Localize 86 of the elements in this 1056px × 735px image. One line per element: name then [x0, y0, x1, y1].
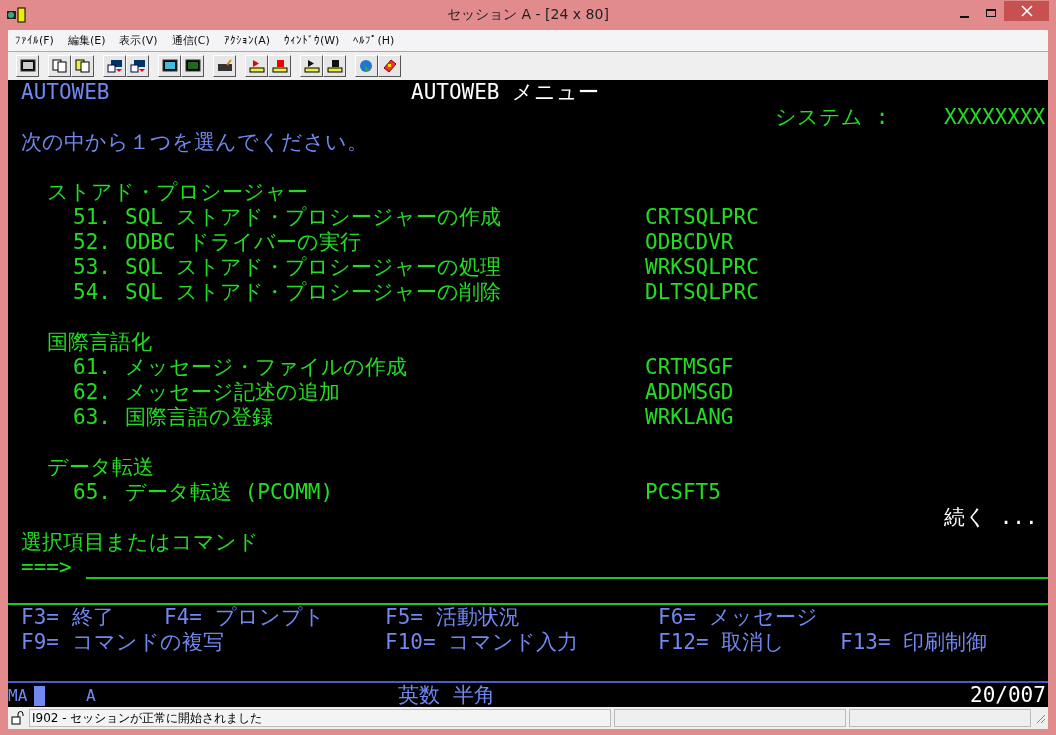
paste-button[interactable] — [71, 55, 94, 77]
stop-icon — [326, 59, 343, 73]
section-heading: データ転送 — [47, 455, 155, 480]
option-number: 51. — [73, 205, 112, 230]
option-label: データ転送 (PCOMM) — [125, 480, 335, 505]
option-label: ODBC ドライバーの実行 — [125, 230, 363, 255]
option-number: 52. — [73, 230, 112, 255]
monitor-button[interactable] — [181, 55, 204, 77]
option-number: 65. — [73, 480, 112, 505]
option-number: 62. — [73, 380, 112, 405]
function-key-label[interactable]: F10= コマンド入力 — [385, 630, 658, 655]
resize-grip-icon — [1034, 712, 1046, 724]
oia-shift: A — [86, 685, 97, 707]
send-file-button[interactable] — [103, 55, 126, 77]
option-number: 53. — [73, 255, 112, 280]
option-label: SQL ストアド・プロシージャーの削除 — [125, 280, 502, 305]
stop-button[interactable] — [268, 55, 291, 77]
menu-item[interactable]: ｳｨﾝﾄﾞｳ(W) — [276, 34, 347, 47]
menu-item[interactable]: ｱｸｼｮﾝ(A) — [216, 34, 277, 47]
function-key-label[interactable]: F5= 活動状況 — [385, 605, 658, 630]
stop-icon — [271, 59, 288, 73]
option-number: 63. — [73, 405, 112, 430]
menu-item[interactable]: ﾍﾙﾌﾟ(H) — [346, 34, 402, 47]
option-label: メッセージ・ファイルの作成 — [125, 355, 408, 380]
oia-mode: MA — [8, 685, 29, 707]
globe-icon — [358, 59, 375, 73]
more-indicator: 続く ... — [944, 505, 1039, 530]
function-key-label[interactable]: F6= メッセージ — [658, 605, 1048, 630]
keyboard-button[interactable] — [213, 55, 236, 77]
monitor-icon — [184, 59, 201, 73]
cursor-block — [34, 685, 45, 706]
paste-icon — [74, 59, 91, 73]
cursor-position: 20/007 — [970, 683, 1047, 708]
menu-item[interactable]: 表示(V) — [112, 33, 165, 48]
receive-file-icon — [129, 59, 146, 73]
command-prompt: ===> — [21, 555, 73, 580]
option-number: 61. — [73, 355, 112, 380]
option-label: SQL ストアド・プロシージャーの作成 — [125, 205, 502, 230]
menu-item[interactable]: 編集(E) — [60, 33, 113, 48]
prompt-label: 選択項目またはコマンド — [21, 530, 260, 555]
function-key-label[interactable]: F4= プロンプト — [164, 605, 385, 630]
copy-button[interactable] — [48, 55, 71, 77]
section-heading: 国際言語化 — [47, 330, 153, 355]
play-icon — [303, 59, 320, 73]
command-name: CRTSQLPRC — [645, 205, 760, 230]
receive-file-button[interactable] — [126, 55, 149, 77]
option-label: メッセージ記述の追加 — [125, 380, 341, 405]
system-label: システム : — [775, 105, 890, 130]
close-icon — [1020, 5, 1033, 17]
monitor-icon — [161, 59, 178, 73]
menu-item[interactable]: ﾌｧｲﾙ(F) — [8, 34, 61, 47]
app-icon — [6, 7, 28, 23]
stop-button[interactable] — [323, 55, 346, 77]
system-name: XXXXXXXX — [944, 105, 1047, 130]
copy-icon — [51, 59, 68, 73]
send-file-icon — [106, 59, 123, 73]
close-button[interactable] — [1004, 1, 1049, 21]
function-key-label[interactable]: F9= コマンドの複写 — [21, 630, 385, 655]
play-button[interactable] — [300, 55, 323, 77]
option-label: 国際言語の登録 — [125, 405, 274, 430]
section-heading: ストアド・プロシージャー — [47, 180, 309, 205]
globe-button[interactable] — [355, 55, 378, 77]
command-name: DLTSQLPRC — [645, 280, 760, 305]
command-name: WRKSQLPRC — [645, 255, 760, 280]
function-key-label[interactable]: F12= 取消し — [658, 630, 840, 655]
menu-item[interactable]: 通信(C) — [164, 33, 217, 48]
function-key-label[interactable]: F3= 終了 — [21, 605, 164, 630]
input-mode: 英数 半角 — [398, 683, 496, 708]
option-label: SQL ストアド・プロシージャーの処理 — [125, 255, 502, 280]
monitor-button[interactable] — [158, 55, 181, 77]
lock-icon — [10, 711, 26, 725]
app-name: AUTOWEB — [21, 80, 111, 105]
display-screen-icon — [19, 59, 36, 73]
command-name: CRTMSGF — [645, 355, 735, 380]
command-name: ADDMSGD — [645, 380, 735, 405]
command-name: PCSFT5 — [645, 480, 722, 505]
screen-title: AUTOWEB メニュー — [411, 80, 601, 105]
display-screen-button[interactable] — [16, 55, 39, 77]
status-message: I902 - セッションが正常に開始されました — [29, 709, 611, 727]
instruction-text: 次の中から１つを選んでください。 — [21, 130, 369, 155]
command-name: WRKLANG — [645, 405, 735, 430]
window-title: セッション A - [24 x 80] — [447, 6, 609, 24]
function-key-label[interactable]: F13= 印刷制御 — [840, 630, 1048, 655]
option-number: 54. — [73, 280, 112, 305]
keyboard-icon — [216, 59, 233, 73]
command-name: ODBCDVR — [645, 230, 735, 255]
